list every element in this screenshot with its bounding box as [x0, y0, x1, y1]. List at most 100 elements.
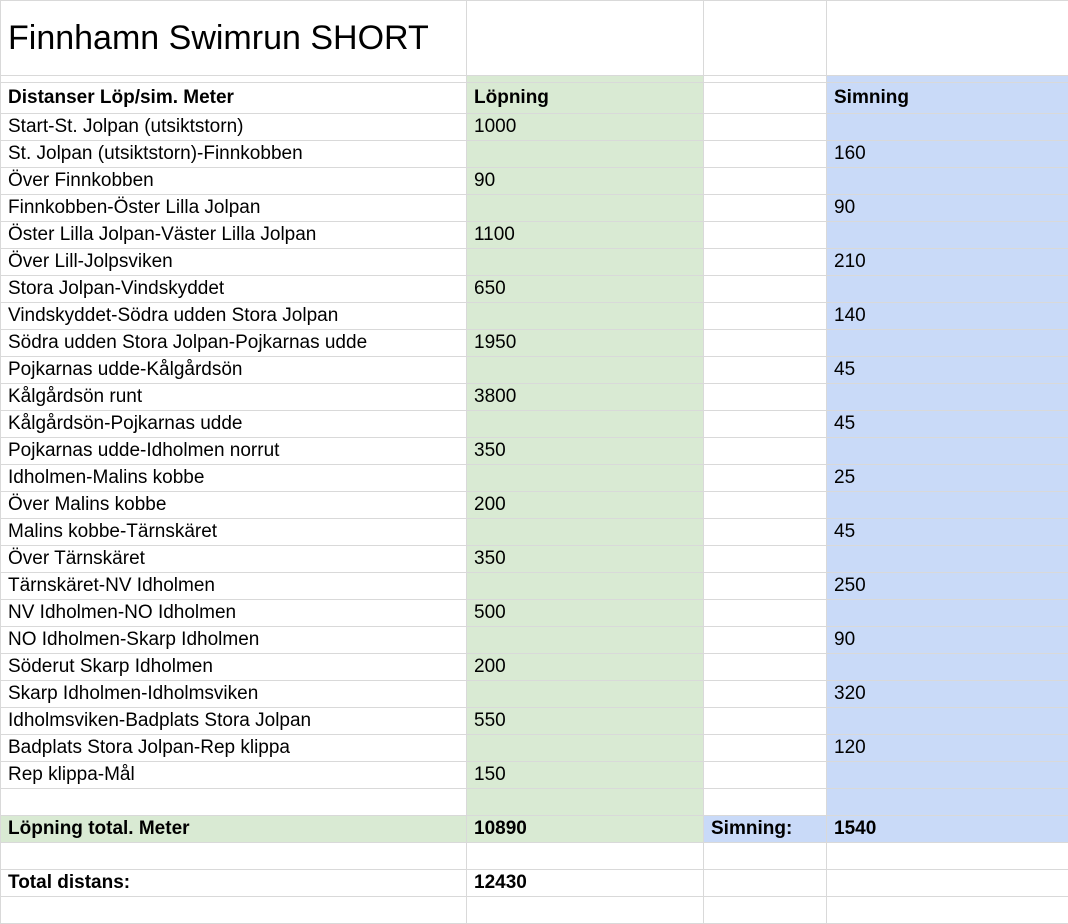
- swimming-distance-cell[interactable]: [827, 600, 1068, 627]
- segment-name-cell[interactable]: Kålgårdsön runt: [1, 384, 467, 411]
- swimming-distance-cell[interactable]: 210: [827, 249, 1068, 276]
- swimming-distance-cell[interactable]: [827, 276, 1068, 303]
- cell[interactable]: [704, 735, 827, 762]
- segment-name-cell[interactable]: Idholmsviken-Badplats Stora Jolpan: [1, 708, 467, 735]
- running-distance-cell[interactable]: [467, 411, 704, 438]
- cell[interactable]: [467, 897, 704, 924]
- segment-name-cell[interactable]: Söderut Skarp Idholmen: [1, 654, 467, 681]
- swimming-distance-cell[interactable]: 45: [827, 519, 1068, 546]
- swimming-distance-cell[interactable]: [827, 114, 1068, 141]
- cell[interactable]: [827, 76, 1068, 83]
- cell[interactable]: [1, 843, 467, 870]
- swimming-distance-cell[interactable]: 140: [827, 303, 1068, 330]
- running-total-value[interactable]: 10890: [467, 816, 704, 843]
- swimming-distance-cell[interactable]: [827, 330, 1068, 357]
- cell[interactable]: [704, 83, 827, 114]
- segment-name-cell[interactable]: Rep klippa-Mål: [1, 762, 467, 789]
- running-distance-cell[interactable]: [467, 573, 704, 600]
- swimming-distance-cell[interactable]: [827, 654, 1068, 681]
- cell[interactable]: [704, 627, 827, 654]
- swimming-distance-cell[interactable]: 45: [827, 411, 1068, 438]
- cell[interactable]: [704, 897, 827, 924]
- cell[interactable]: [704, 843, 827, 870]
- segment-name-cell[interactable]: Över Tärnskäret: [1, 546, 467, 573]
- cell[interactable]: [704, 438, 827, 465]
- cell[interactable]: [704, 168, 827, 195]
- running-distance-cell[interactable]: 1000: [467, 114, 704, 141]
- swimming-total-value[interactable]: 1540: [827, 816, 1068, 843]
- running-distance-cell[interactable]: [467, 303, 704, 330]
- segment-name-cell[interactable]: Finnkobben-Öster Lilla Jolpan: [1, 195, 467, 222]
- cell[interactable]: [704, 141, 827, 168]
- running-distance-cell[interactable]: 1950: [467, 330, 704, 357]
- running-distance-cell[interactable]: 650: [467, 276, 704, 303]
- segment-name-cell[interactable]: Start-St. Jolpan (utsiktstorn): [1, 114, 467, 141]
- swimming-distance-cell[interactable]: 25: [827, 465, 1068, 492]
- cell[interactable]: [704, 195, 827, 222]
- cell[interactable]: [827, 870, 1068, 897]
- header-distance-name[interactable]: Distanser Löp/sim. Meter: [1, 83, 467, 114]
- cell[interactable]: [704, 870, 827, 897]
- total-distance-label[interactable]: Total distans:: [1, 870, 467, 897]
- swimming-distance-cell[interactable]: 320: [827, 681, 1068, 708]
- running-distance-cell[interactable]: [467, 357, 704, 384]
- cell[interactable]: [704, 708, 827, 735]
- header-running[interactable]: Löpning: [467, 83, 704, 114]
- running-distance-cell[interactable]: [467, 519, 704, 546]
- segment-name-cell[interactable]: NV Idholmen-NO Idholmen: [1, 600, 467, 627]
- segment-name-cell[interactable]: Över Lill-Jolpsviken: [1, 249, 467, 276]
- segment-name-cell[interactable]: Södra udden Stora Jolpan-Pojkarnas udde: [1, 330, 467, 357]
- cell[interactable]: [704, 546, 827, 573]
- cell[interactable]: [704, 357, 827, 384]
- running-distance-cell[interactable]: [467, 249, 704, 276]
- cell[interactable]: [1, 897, 467, 924]
- cell[interactable]: [1, 76, 467, 83]
- running-distance-cell[interactable]: [467, 735, 704, 762]
- cell[interactable]: [704, 681, 827, 708]
- segment-name-cell[interactable]: Badplats Stora Jolpan-Rep klippa: [1, 735, 467, 762]
- header-swimming[interactable]: Simning: [827, 83, 1068, 114]
- cell[interactable]: [704, 492, 827, 519]
- cell[interactable]: [704, 303, 827, 330]
- segment-name-cell[interactable]: Pojkarnas udde-Idholmen norrut: [1, 438, 467, 465]
- cell[interactable]: [467, 843, 704, 870]
- running-distance-cell[interactable]: 3800: [467, 384, 704, 411]
- swimming-distance-cell[interactable]: [827, 546, 1068, 573]
- swimming-distance-cell[interactable]: 90: [827, 627, 1068, 654]
- swimming-distance-cell[interactable]: [827, 762, 1068, 789]
- total-distance-value[interactable]: 12430: [467, 870, 704, 897]
- cell[interactable]: [704, 249, 827, 276]
- running-distance-cell[interactable]: [467, 627, 704, 654]
- segment-name-cell[interactable]: Över Finnkobben: [1, 168, 467, 195]
- cell[interactable]: [704, 276, 827, 303]
- sheet-title[interactable]: Finnhamn Swimrun SHORT: [1, 1, 467, 76]
- running-distance-cell[interactable]: 90: [467, 168, 704, 195]
- cell[interactable]: [827, 897, 1068, 924]
- running-distance-cell[interactable]: [467, 681, 704, 708]
- running-distance-cell[interactable]: 200: [467, 654, 704, 681]
- cell[interactable]: [704, 762, 827, 789]
- running-total-label[interactable]: Löpning total. Meter: [1, 816, 467, 843]
- swimming-distance-cell[interactable]: [827, 438, 1068, 465]
- swimming-distance-cell[interactable]: 160: [827, 141, 1068, 168]
- cell[interactable]: [704, 222, 827, 249]
- running-distance-cell[interactable]: [467, 465, 704, 492]
- cell[interactable]: [704, 600, 827, 627]
- swimming-distance-cell[interactable]: [827, 168, 1068, 195]
- running-distance-cell[interactable]: [467, 141, 704, 168]
- segment-name-cell[interactable]: St. Jolpan (utsiktstorn)-Finnkobben: [1, 141, 467, 168]
- segment-name-cell[interactable]: [1, 789, 467, 816]
- cell[interactable]: [704, 573, 827, 600]
- segment-name-cell[interactable]: Idholmen-Malins kobbe: [1, 465, 467, 492]
- cell[interactable]: [704, 519, 827, 546]
- running-distance-cell[interactable]: 200: [467, 492, 704, 519]
- running-distance-cell[interactable]: 550: [467, 708, 704, 735]
- running-distance-cell[interactable]: [467, 195, 704, 222]
- segment-name-cell[interactable]: Malins kobbe-Tärnskäret: [1, 519, 467, 546]
- running-distance-cell[interactable]: 350: [467, 546, 704, 573]
- swimming-distance-cell[interactable]: [827, 384, 1068, 411]
- cell[interactable]: [704, 789, 827, 816]
- cell[interactable]: [827, 843, 1068, 870]
- segment-name-cell[interactable]: Stora Jolpan-Vindskyddet: [1, 276, 467, 303]
- swimming-total-label[interactable]: Simning:: [704, 816, 827, 843]
